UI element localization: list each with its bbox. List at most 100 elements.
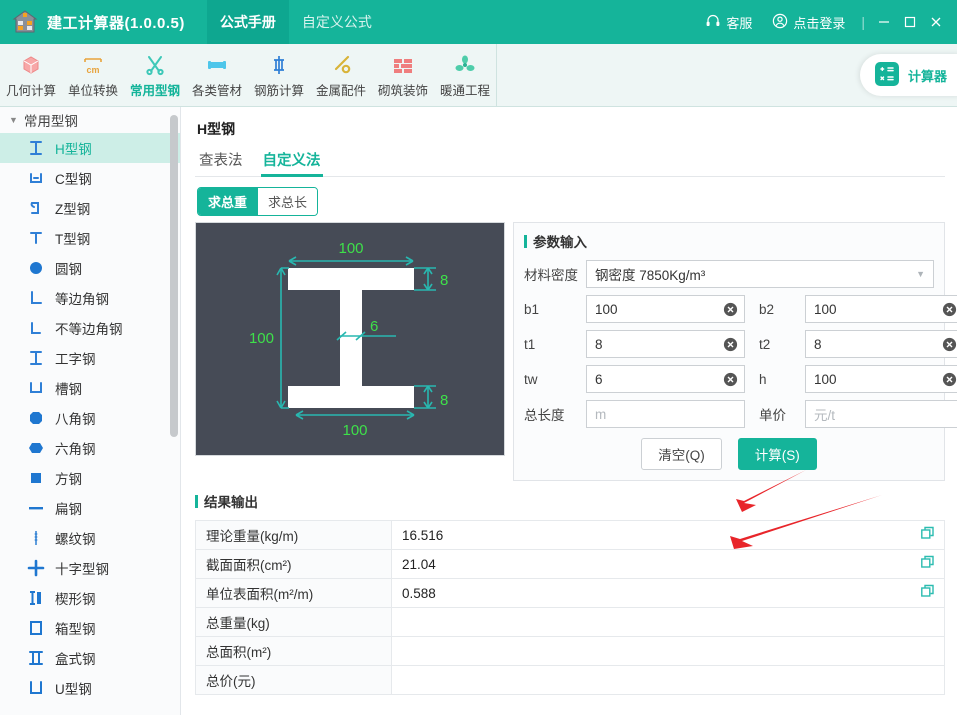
login-label: 点击登录: [793, 15, 846, 31]
tab-table-lookup[interactable]: 查表法: [197, 145, 245, 176]
b2-value: 100: [814, 301, 837, 317]
tab-custom-method[interactable]: 自定义法: [260, 145, 323, 177]
ribbon-item-unit-convert[interactable]: cm 单位转换: [62, 44, 124, 106]
b2-input[interactable]: 100: [805, 295, 957, 323]
maximize-icon[interactable]: [897, 9, 923, 35]
sidebar-item-wedge-steel[interactable]: 楔形钢: [0, 583, 180, 613]
calculate-button[interactable]: 计算(S): [737, 438, 817, 470]
dim-bottom-width: 100: [342, 422, 367, 439]
results-title-text: 结果输出: [204, 495, 258, 510]
customer-support-button[interactable]: 客服: [695, 13, 762, 32]
clear-circle-icon[interactable]: [942, 372, 957, 387]
sidebar-item-octagon-bar[interactable]: 八角钢: [0, 403, 180, 433]
sidebar-scrollbar-thumb[interactable]: [170, 115, 178, 437]
clear-circle-icon[interactable]: [942, 302, 957, 317]
clear-circle-icon[interactable]: [723, 372, 738, 387]
close-icon[interactable]: [923, 9, 949, 35]
sidebar-item-box-section[interactable]: 箱型钢: [0, 613, 180, 643]
sidebar-item-label: 楔形钢: [55, 592, 96, 607]
ribbon-item-hvac[interactable]: 暖通工程: [434, 44, 496, 106]
material-density-select[interactable]: 钢密度 7850Kg/m³ ▼: [586, 260, 934, 288]
sidebar-item-cross-section[interactable]: 十字型钢: [0, 553, 180, 583]
sidebar-item-equal-angle[interactable]: 等边角钢: [0, 283, 180, 313]
ribbon-label: 钢筋计算: [253, 84, 304, 98]
sidebar-item-hexagon-bar[interactable]: 六角钢: [0, 433, 180, 463]
tw-input[interactable]: 6: [586, 365, 745, 393]
unit-price-placeholder: 元/t: [814, 408, 836, 423]
sidebar-item-unequal-angle[interactable]: 不等边角钢: [0, 313, 180, 343]
tab-custom-formula[interactable]: 自定义公式: [289, 0, 385, 44]
hexagon-bar-icon: [26, 438, 46, 458]
cube-icon: [19, 51, 43, 77]
sidebar-item-label: 箱型钢: [55, 622, 96, 637]
t1-value: 8: [595, 336, 603, 352]
login-button[interactable]: 点击登录: [762, 13, 855, 32]
sidebar-item-double-t[interactable]: 盒式钢: [0, 643, 180, 673]
pipe-icon: [205, 51, 229, 77]
sidebar-tree-root[interactable]: ▼ 常用型钢: [0, 107, 180, 133]
ribbon-item-geometry[interactable]: 几何计算: [0, 44, 62, 106]
b1-input[interactable]: 100: [586, 295, 745, 323]
octagon-bar-icon: [26, 408, 46, 428]
sidebar-item-threaded-rebar[interactable]: 螺纹钢: [0, 523, 180, 553]
sidebar: ▼ 常用型钢 H型钢 C型钢 Z型钢 T型钢 圆钢 等边角钢 不等边角钢 工字钢…: [0, 107, 181, 715]
result-value-cell: [391, 636, 945, 666]
ribbon-item-metal-parts[interactable]: 金属配件: [310, 44, 372, 106]
t2-input[interactable]: 8: [805, 330, 957, 358]
t1-input[interactable]: 8: [586, 330, 745, 358]
mode-total-weight[interactable]: 求总重: [198, 188, 258, 215]
h-beam-cross-section-diagram: 100 8 100 6 8 100: [195, 222, 505, 456]
ribbon-item-pipes[interactable]: 各类管材: [186, 44, 248, 106]
ribbon-label: 各类管材: [191, 84, 242, 98]
sidebar-item-round-bar[interactable]: 圆钢: [0, 253, 180, 283]
wrench-scissors-icon: [143, 51, 167, 77]
sidebar-item-c-channel[interactable]: C型钢: [0, 163, 180, 193]
ribbon-items: 几何计算 cm 单位转换 常用型钢 各类管材 钢筋计算 金属配件 砌筑装饰 暖通…: [0, 44, 497, 106]
sidebar-item-label: H型钢: [55, 142, 92, 157]
u-section-icon: [26, 678, 46, 698]
h-input[interactable]: 100: [805, 365, 957, 393]
clear-circle-icon[interactable]: [723, 337, 738, 352]
sidebar-item-i-beam[interactable]: 工字钢: [0, 343, 180, 373]
caret-down-icon[interactable]: ▼: [9, 115, 18, 125]
work-row: 100 8 100 6 8 100 参数输入 材料密度 钢密度 7850Kg/m…: [195, 222, 957, 481]
sidebar-item-flat-bar[interactable]: 扁钢: [0, 493, 180, 523]
clear-circle-icon[interactable]: [942, 337, 957, 352]
sidebar-item-z-purlin[interactable]: Z型钢: [0, 193, 180, 223]
table-row: 截面面积(cm²) 21.04: [195, 549, 945, 579]
ribbon-label: 几何计算: [5, 84, 56, 98]
result-key: 理论重量(kg/m): [195, 520, 392, 550]
sidebar-item-square-bar[interactable]: 方钢: [0, 463, 180, 493]
minimize-icon[interactable]: [871, 9, 897, 35]
total-length-input[interactable]: m: [586, 400, 745, 428]
ribbon-item-masonry[interactable]: 砌筑装饰: [372, 44, 434, 106]
sidebar-item-t-beam[interactable]: T型钢: [0, 223, 180, 253]
sidebar-item-label: 工字钢: [55, 352, 96, 367]
tab-formula-manual[interactable]: 公式手册: [206, 0, 289, 44]
sidebar-item-label: 盒式钢: [55, 652, 96, 667]
sidebar-item-u-section[interactable]: U型钢: [0, 673, 180, 703]
app-window: 建工计算器(1.0.0.5) 公式手册 自定义公式 客服 点击登录 | 几何计算…: [0, 0, 957, 715]
sidebar-item-h-beam[interactable]: H型钢: [0, 133, 180, 163]
result-value-cell: [391, 665, 945, 695]
length-price-row: 总长度 m 单价 元/t: [524, 400, 957, 428]
box-section-icon: [26, 618, 46, 638]
ribbon-item-rebar[interactable]: 钢筋计算: [248, 44, 310, 106]
clear-circle-icon[interactable]: [723, 302, 738, 317]
circle-bar-icon: [26, 258, 46, 278]
sidebar-item-label: 方钢: [55, 472, 82, 487]
clear-button[interactable]: 清空(Q): [641, 438, 722, 470]
unit-price-input[interactable]: 元/t: [805, 400, 957, 428]
ribbon-item-steel-sections[interactable]: 常用型钢: [124, 44, 186, 106]
tw-value: 6: [595, 371, 603, 387]
copy-icon[interactable]: [920, 584, 936, 603]
copy-icon[interactable]: [920, 555, 936, 574]
mode-total-length[interactable]: 求总长: [257, 188, 318, 215]
page-title: H型钢: [197, 121, 236, 137]
ribbon-toolbar: 几何计算 cm 单位转换 常用型钢 各类管材 钢筋计算 金属配件 砌筑装饰 暖通…: [0, 44, 957, 107]
sidebar-item-channel[interactable]: 槽钢: [0, 373, 180, 403]
brick-wall-icon: [391, 51, 415, 77]
sidebar-item-label: 六角钢: [55, 442, 96, 457]
calculator-button[interactable]: 计算器: [859, 54, 957, 96]
copy-icon[interactable]: [920, 526, 936, 545]
